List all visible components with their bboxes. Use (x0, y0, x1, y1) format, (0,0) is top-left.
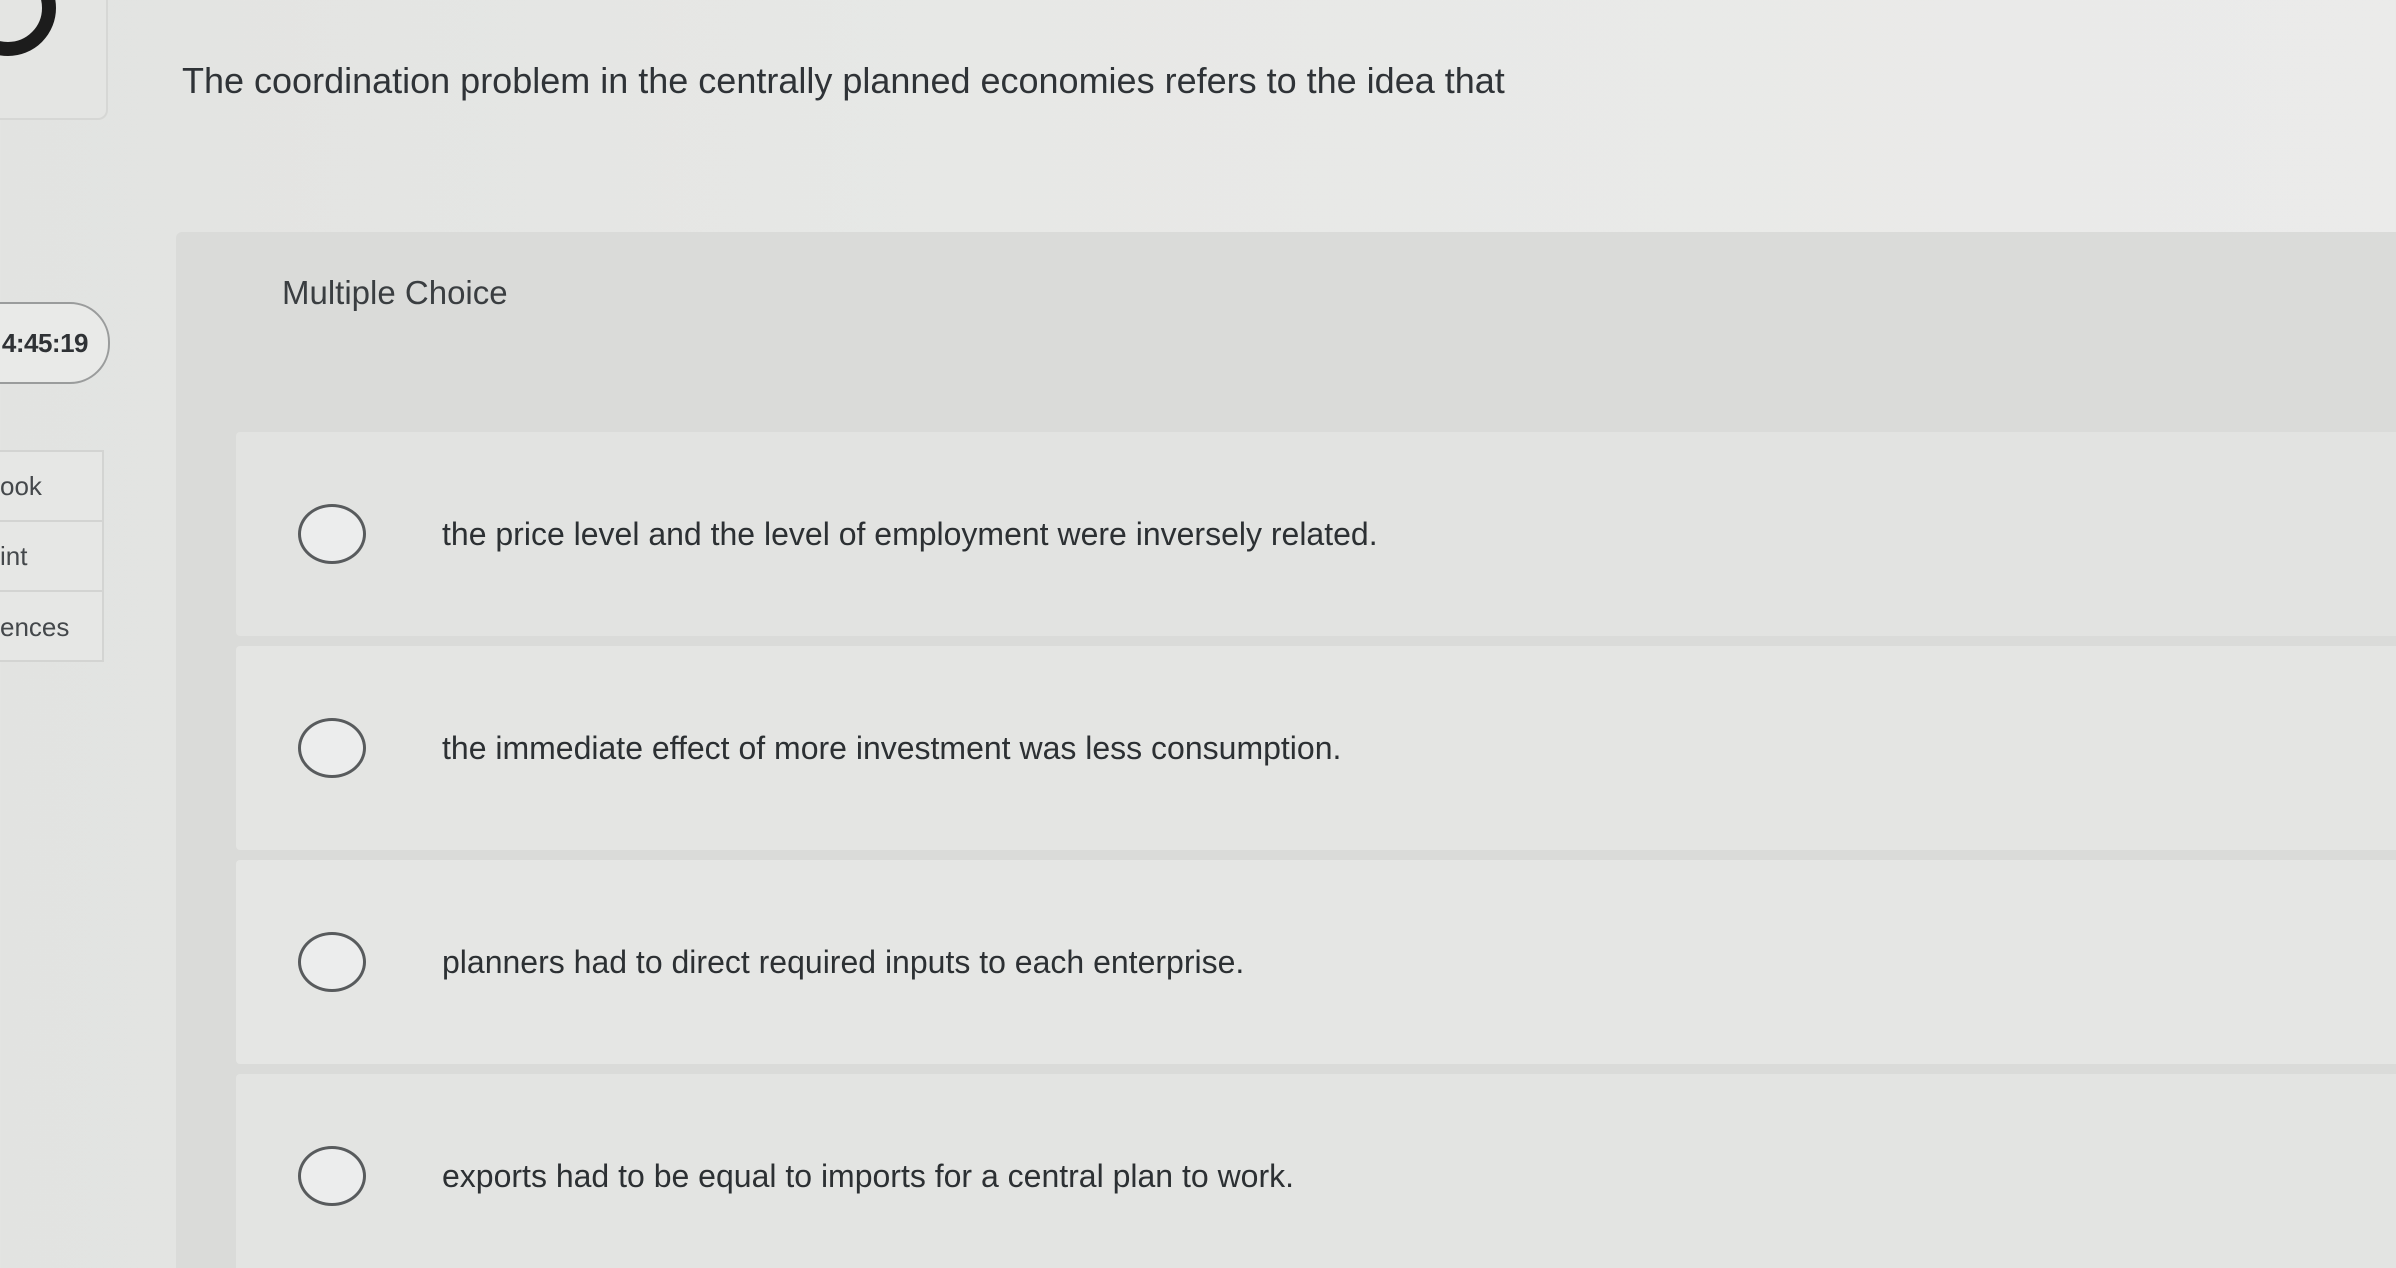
answer-option[interactable]: exports had to be equal to imports for a… (236, 1074, 2396, 1268)
sidebar-item-ebook[interactable]: ook (0, 452, 102, 522)
option-text: the immediate effect of more investment … (442, 729, 1342, 766)
sidebar-item-print[interactable]: int (0, 522, 102, 592)
radio-button[interactable] (298, 504, 366, 564)
sidebar-item-references[interactable]: ences (0, 592, 102, 662)
timer-value: 4:45:19 (1, 327, 89, 358)
answer-option[interactable]: the price level and the level of employm… (236, 432, 2396, 636)
question-text: The coordination problem in the centrall… (182, 60, 1505, 101)
sidebar-item-label: ook (0, 470, 42, 501)
radio-button[interactable] (298, 932, 366, 992)
option-text: exports had to be equal to imports for a… (442, 1157, 1295, 1194)
timer-display[interactable]: 4:45:19 (0, 302, 110, 384)
answer-options: the price level and the level of employm… (236, 432, 2396, 1268)
answer-option[interactable]: planners had to direct required inputs t… (236, 860, 2396, 1064)
question-type-label: Multiple Choice (282, 274, 508, 311)
sidebar-item-label: ences (0, 611, 70, 642)
radio-button[interactable] (298, 1146, 366, 1206)
option-text: planners had to direct required inputs t… (442, 943, 1245, 980)
answer-panel: Multiple Choice the price level and the … (176, 232, 2396, 1268)
left-sidebar: 4:45:19 ook int ences (0, 0, 170, 1268)
tools-panel: ook int ences (0, 450, 104, 662)
radio-button[interactable] (298, 718, 366, 778)
answer-option[interactable]: the immediate effect of more investment … (236, 646, 2396, 850)
option-text: the price level and the level of employm… (442, 515, 1378, 552)
sidebar-item-label: int (0, 540, 28, 571)
